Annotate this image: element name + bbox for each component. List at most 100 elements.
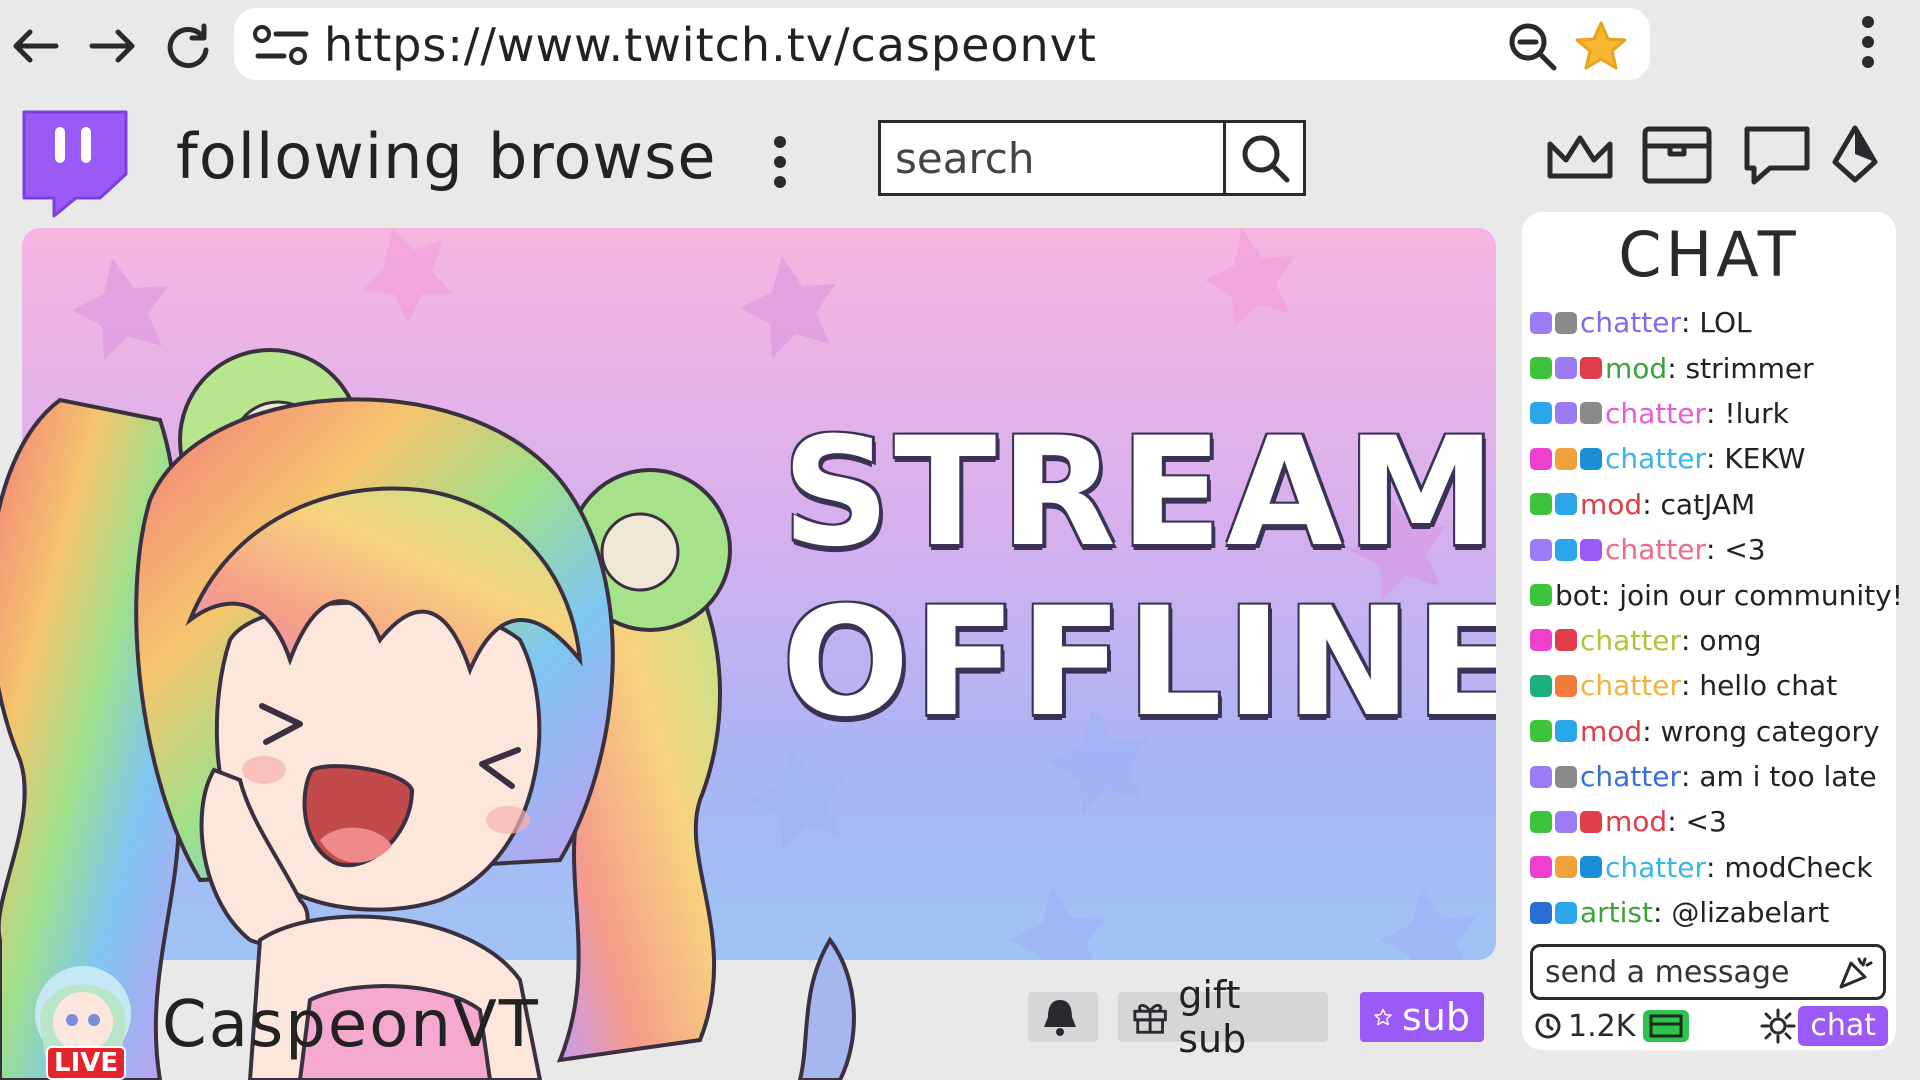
chat-badge-icon[interactable] xyxy=(1530,584,1552,607)
chat-badge-icon[interactable] xyxy=(1530,357,1552,380)
chat-message: chatter: KEKW xyxy=(1530,436,1892,481)
bookmark-star-icon[interactable] xyxy=(1574,20,1628,72)
chat-separator: : xyxy=(1642,714,1652,748)
url-text[interactable]: https://www.twitch.tv/caspeonvt xyxy=(324,18,1097,72)
chat-panel: CHAT chatter: LOL mod: strimmer chatter: !… xyxy=(1522,212,1903,1050)
forward-button[interactable] xyxy=(84,18,140,74)
chat-badge-icon[interactable] xyxy=(1555,493,1577,516)
settings-gear-icon[interactable] xyxy=(1760,1008,1796,1044)
chat-message: chatter: LOL xyxy=(1530,300,1892,345)
chat-username[interactable]: chatter xyxy=(1580,624,1681,657)
chat-badge-icon[interactable] xyxy=(1580,357,1602,380)
chat-username[interactable]: chatter xyxy=(1605,851,1706,884)
address-bar[interactable]: https://www.twitch.tv/caspeonvt xyxy=(234,8,1650,80)
whispers-icon[interactable] xyxy=(1742,124,1812,188)
chat-separator: : xyxy=(1681,760,1691,794)
channel-points[interactable]: 1.2K xyxy=(1534,1008,1691,1044)
chat-badge-icon[interactable] xyxy=(1555,720,1577,743)
chat-badge-icon[interactable] xyxy=(1555,538,1577,561)
site-header: following browse xyxy=(0,96,1920,218)
chat-badge-icon[interactable] xyxy=(1530,402,1552,425)
bits-icon[interactable] xyxy=(1830,124,1880,186)
search-icon xyxy=(1242,135,1289,183)
site-settings-icon xyxy=(253,25,309,65)
chat-badge-icon[interactable] xyxy=(1530,720,1552,743)
channel-name[interactable]: CaspeonVT xyxy=(162,988,540,1062)
chat-username[interactable]: mod xyxy=(1580,715,1642,748)
chat-username[interactable]: mod xyxy=(1580,488,1642,521)
chat-badge-icon[interactable] xyxy=(1530,856,1552,879)
chat-badge-icon[interactable] xyxy=(1580,810,1602,833)
more-icon[interactable] xyxy=(772,134,788,190)
chat-badge-icon[interactable] xyxy=(1555,810,1577,833)
chat-separator: : xyxy=(1681,306,1691,340)
chat-username[interactable]: bot xyxy=(1555,579,1601,612)
gift-sub-button[interactable]: gift sub xyxy=(1118,973,1328,1061)
chat-badge-icon[interactable] xyxy=(1555,901,1577,924)
chat-message: chatter: am i too late xyxy=(1530,754,1892,799)
chat-message: chatter: omg xyxy=(1530,618,1892,663)
notification-button[interactable] xyxy=(1028,992,1092,1042)
chat-badge-icon[interactable] xyxy=(1530,311,1552,334)
chat-username[interactable]: mod xyxy=(1605,805,1667,838)
reload-button[interactable] xyxy=(160,18,216,74)
chat-text: join our community! xyxy=(1610,578,1903,612)
chat-badge-icon[interactable] xyxy=(1530,765,1552,788)
chat-username[interactable]: chatter xyxy=(1605,397,1706,430)
chat-username[interactable]: chatter xyxy=(1580,760,1681,793)
chat-text: modCheck xyxy=(1715,850,1873,884)
chat-badge-icon[interactable] xyxy=(1555,311,1577,334)
browser-menu-icon[interactable] xyxy=(1860,14,1876,70)
chat-badge-icon[interactable] xyxy=(1530,538,1552,561)
offline-line-2: OFFLINE xyxy=(782,576,1496,750)
chat-username[interactable]: artist xyxy=(1580,896,1653,929)
chat-badge-icon[interactable] xyxy=(1530,674,1552,697)
chat-badge-icon[interactable] xyxy=(1580,856,1602,879)
sub-label: sub xyxy=(1401,995,1470,1039)
chat-text: <3 xyxy=(1676,805,1727,839)
emote-picker-icon[interactable] xyxy=(1837,955,1873,991)
chat-badge-icon[interactable] xyxy=(1555,765,1577,788)
chat-badge-icon[interactable] xyxy=(1530,493,1552,516)
chat-badge-icon[interactable] xyxy=(1555,674,1577,697)
crown-icon[interactable] xyxy=(1544,130,1616,186)
chat-separator: : xyxy=(1706,533,1716,567)
chat-separator: : xyxy=(1667,351,1677,385)
chat-badge-icon[interactable] xyxy=(1555,629,1577,652)
chat-username[interactable]: chatter xyxy=(1605,533,1706,566)
twitch-logo-icon[interactable] xyxy=(16,102,132,218)
channel-info-bar: LIVE CaspeonVT gift sub sub xyxy=(0,960,1500,1080)
chat-badge-icon[interactable] xyxy=(1580,447,1602,470)
chat-send-button[interactable]: chat xyxy=(1798,1006,1888,1046)
chat-username[interactable]: chatter xyxy=(1580,306,1681,339)
search-button[interactable] xyxy=(1223,123,1303,193)
chat-badge-icon[interactable] xyxy=(1555,357,1577,380)
subscribe-button[interactable]: sub xyxy=(1360,992,1484,1042)
chat-badge-icon[interactable] xyxy=(1555,447,1577,470)
chat-username[interactable]: chatter xyxy=(1580,669,1681,702)
chat-badge-icon[interactable] xyxy=(1580,402,1602,425)
chat-message: chatter: !lurk xyxy=(1530,391,1892,436)
chat-text: <3 xyxy=(1715,533,1766,567)
back-button[interactable] xyxy=(8,18,64,74)
chat-badge-icon[interactable] xyxy=(1555,856,1577,879)
chat-text: wrong category xyxy=(1651,714,1880,748)
zoom-out-icon[interactable] xyxy=(1506,20,1558,72)
nav-following[interactable]: following xyxy=(176,120,464,193)
chat-text: @lizabelart xyxy=(1662,896,1830,930)
treasure-chest-icon[interactable] xyxy=(1641,1008,1691,1044)
chat-username[interactable]: mod xyxy=(1605,352,1667,385)
chat-badge-icon[interactable] xyxy=(1530,447,1552,470)
chat-badge-icon[interactable] xyxy=(1530,629,1552,652)
chat-footer: 1.2K chat xyxy=(1530,1006,1890,1046)
chat-badge-icon[interactable] xyxy=(1555,402,1577,425)
inbox-icon[interactable] xyxy=(1640,124,1714,186)
chat-badge-icon[interactable] xyxy=(1530,810,1552,833)
search-input[interactable] xyxy=(881,123,1226,193)
chat-message: chatter: <3 xyxy=(1530,527,1892,572)
chat-badge-icon[interactable] xyxy=(1530,901,1552,924)
chat-badge-icon[interactable] xyxy=(1580,538,1602,561)
chat-username[interactable]: chatter xyxy=(1605,442,1706,475)
chat-message-input[interactable] xyxy=(1533,947,1833,997)
nav-browse[interactable]: browse xyxy=(488,120,717,193)
